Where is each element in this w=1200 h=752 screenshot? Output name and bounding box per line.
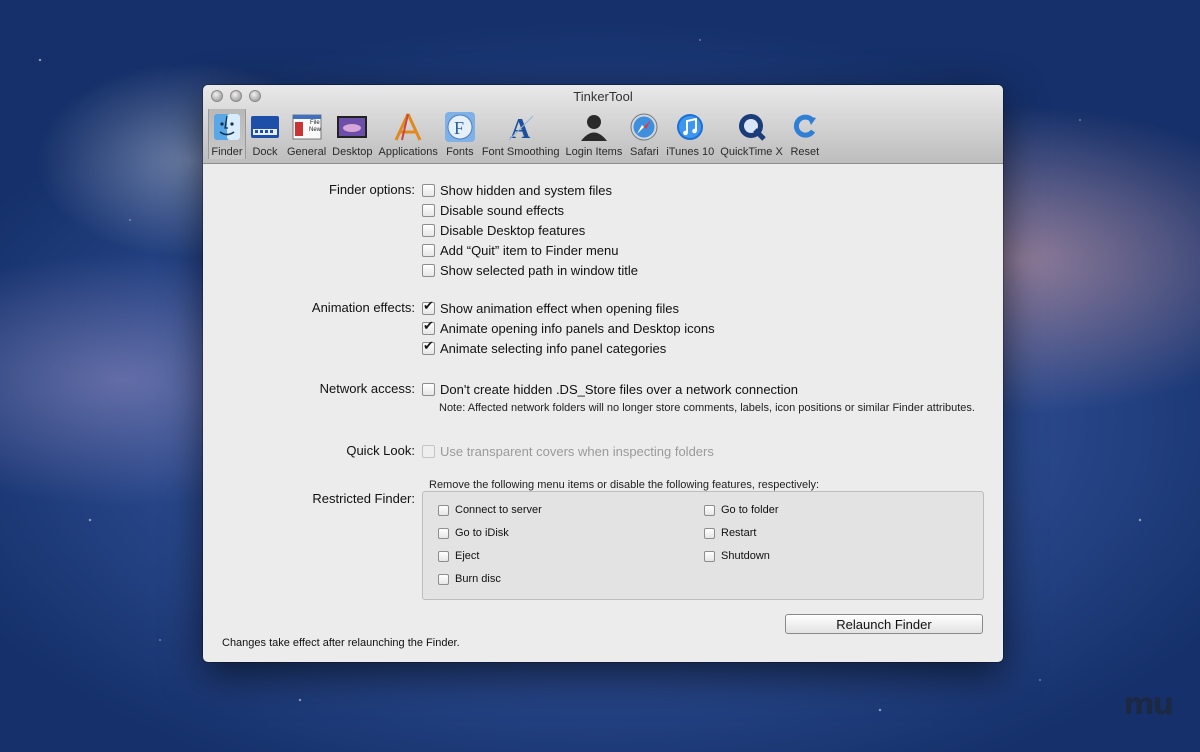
toolbar-item-login-items[interactable]: Login Items (562, 109, 625, 159)
checkbox[interactable] (704, 504, 715, 516)
toolbar-item-quicktime[interactable]: QuickTime X (717, 109, 786, 159)
toolbar-item-desktop[interactable]: Desktop (329, 109, 375, 159)
network-access-label: Network access: (319, 381, 415, 396)
toolbar-label: Fonts (446, 146, 474, 158)
checkbox[interactable] (422, 263, 435, 277)
toolbar-item-finder[interactable]: Finder (208, 109, 246, 159)
toolbar-label: Safari (629, 146, 659, 158)
toolbar-item-font-smoothing[interactable]: A Font Smoothing (479, 109, 563, 159)
toolbar-label: iTunes 10 (666, 146, 715, 158)
finder-options-label: Finder options: (329, 182, 415, 197)
restrict-restart[interactable]: Restart (704, 527, 756, 539)
checkbox[interactable] (422, 183, 435, 197)
quick-look-label: Quick Look: (346, 443, 415, 458)
toolbar-item-safari[interactable]: Safari (625, 109, 663, 159)
dock-icon (249, 111, 281, 143)
checkbox[interactable] (422, 223, 435, 237)
restrict-go-to-idisk[interactable]: Go to iDisk (438, 527, 509, 539)
login-items-icon (578, 111, 610, 143)
finder-pane: Finder options: Show hidden and system f… (203, 164, 1003, 662)
option-transparent-covers: Use transparent covers when inspecting f… (422, 441, 714, 461)
title-bar: TinkerTool Finder Dock FileNew General (203, 85, 1003, 164)
toolbar-item-fonts[interactable]: F Fonts (441, 109, 479, 159)
checkbox[interactable] (422, 339, 435, 355)
toolbar-label: Login Items (565, 146, 623, 158)
toolbar-label: Dock (252, 146, 278, 158)
checkbox (422, 444, 435, 458)
toolbar-label: QuickTime X (720, 146, 783, 158)
restrict-shutdown[interactable]: Shutdown (704, 550, 770, 562)
toolbar-label: Applications (378, 146, 438, 158)
itunes-icon (674, 111, 706, 143)
tinkertool-window: TinkerTool Finder Dock FileNew General (203, 85, 1003, 662)
toolbar-label: General (287, 146, 327, 158)
option-show-hidden-files[interactable]: Show hidden and system files (422, 180, 612, 200)
option-animate-info-categories[interactable]: Animate selecting info panel categories (422, 338, 666, 358)
restricted-finder-description: Remove the following menu items or disab… (429, 479, 820, 491)
desktop-icon (336, 111, 368, 143)
font-smoothing-icon: A (505, 111, 537, 143)
toolbar-item-itunes[interactable]: iTunes 10 (663, 109, 717, 159)
option-animate-info-panels[interactable]: Animate opening info panels and Desktop … (422, 318, 715, 338)
svg-text:F: F (454, 118, 464, 138)
checkbox[interactable] (438, 527, 449, 539)
safari-icon (628, 111, 660, 143)
animation-effects-label: Animation effects: (311, 300, 415, 315)
checkbox[interactable] (422, 203, 435, 217)
general-icon: File New (291, 111, 323, 143)
finder-icon (211, 111, 243, 143)
restrict-go-to-folder[interactable]: Go to folder (704, 504, 778, 516)
checkbox[interactable] (438, 573, 449, 585)
restricted-finder-label: Restricted Finder: (312, 491, 415, 506)
option-disable-desktop-features[interactable]: Disable Desktop features (422, 220, 585, 240)
option-animation-opening-files[interactable]: Show animation effect when opening files (422, 298, 679, 318)
toolbar-label: Desktop (332, 146, 373, 158)
toolbar: Finder Dock File New General Desktop App… (208, 109, 824, 159)
toolbar-item-applications[interactable]: Applications (376, 109, 441, 159)
option-disable-sound-effects[interactable]: Disable sound effects (422, 200, 564, 220)
checkbox[interactable] (422, 299, 435, 315)
checkbox[interactable] (438, 504, 449, 516)
relaunch-finder-button[interactable]: Relaunch Finder (785, 614, 983, 634)
checkbox[interactable] (422, 319, 435, 335)
reset-icon (789, 111, 821, 143)
macupdate-logo: mu (1123, 687, 1174, 722)
restrict-burn-disc[interactable]: Burn disc (438, 573, 501, 585)
option-no-ds-store[interactable]: Don't create hidden .DS_Store files over… (422, 379, 798, 399)
toolbar-item-general[interactable]: File New General (284, 109, 329, 159)
checkbox[interactable] (422, 382, 435, 396)
svg-text:File: File (310, 120, 320, 126)
toolbar-label: Font Smoothing (481, 146, 560, 158)
fonts-icon: F (444, 111, 476, 143)
network-note: Note: Affected network folders will no l… (439, 402, 975, 414)
option-show-path-in-title[interactable]: Show selected path in window title (422, 260, 638, 280)
toolbar-label: Finder (211, 146, 243, 158)
checkbox[interactable] (704, 527, 715, 539)
footer-note: Changes take effect after relaunching th… (222, 637, 460, 649)
checkbox[interactable] (422, 243, 435, 257)
svg-text:New: New (309, 127, 322, 133)
toolbar-label: Reset (790, 146, 820, 158)
toolbar-item-reset[interactable]: Reset (786, 109, 824, 159)
quicktime-icon (736, 111, 768, 143)
applications-icon (392, 111, 424, 143)
restrict-connect-to-server[interactable]: Connect to server (438, 504, 542, 516)
window-title: TinkerTool (573, 89, 633, 104)
checkbox[interactable] (438, 550, 449, 562)
restrict-eject[interactable]: Eject (438, 550, 479, 562)
checkbox[interactable] (704, 550, 715, 562)
option-add-quit-item[interactable]: Add “Quit” item to Finder menu (422, 240, 618, 260)
toolbar-item-dock[interactable]: Dock (246, 109, 284, 159)
restricted-finder-box: Connect to server Go to iDisk Eject Burn… (422, 491, 984, 600)
